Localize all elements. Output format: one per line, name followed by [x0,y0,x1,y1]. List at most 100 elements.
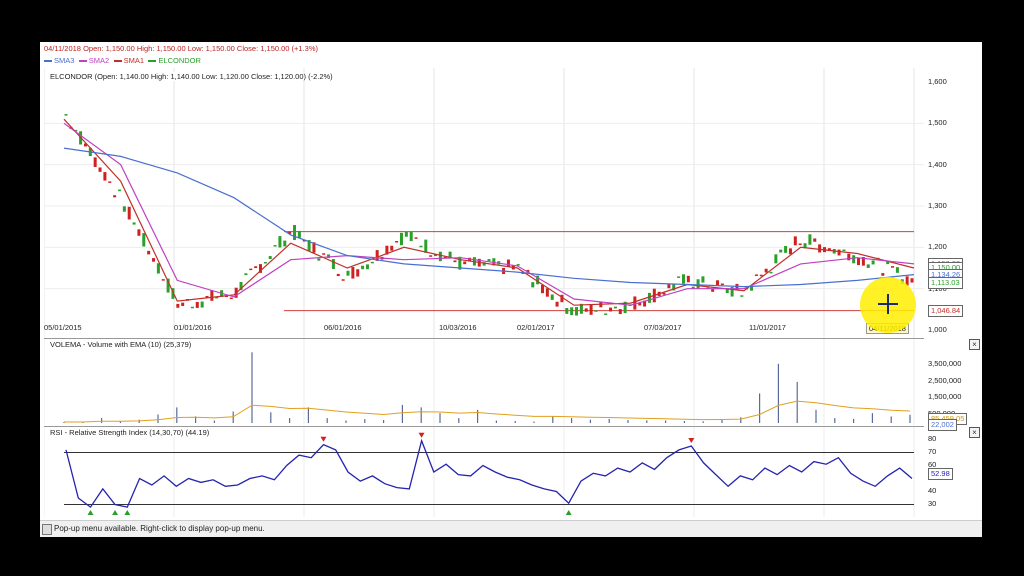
candle-8 [103,172,107,181]
candle-24 [181,302,185,306]
candle-146 [774,254,778,264]
legend-swatch-1 [78,60,87,62]
candle-171 [895,267,899,273]
candle-91 [506,259,510,267]
rsi-y-tick-1: 70 [928,446,937,456]
candle-57 [341,279,345,281]
candle-11 [117,189,121,192]
candle-74 [424,239,428,253]
rsi-value-box: 52.98 [928,467,953,480]
candle-127 [681,274,685,284]
candle-43 [273,245,277,247]
volume-chart[interactable] [44,339,924,425]
candle-113 [613,306,617,309]
candle-72 [414,237,418,239]
candle-12 [122,206,126,212]
candle-67 [390,245,394,251]
candle-73 [419,245,423,248]
candle-155 [818,244,822,253]
candle-59 [351,267,355,279]
rsi-sell-marker-29 [418,432,425,438]
rsi-y-tick-5: 30 [928,498,937,508]
candle-147 [779,249,783,253]
candle-20 [161,279,165,281]
candle-45 [283,240,287,247]
candle-87 [487,259,491,262]
candle-124 [667,284,671,289]
volume-pane[interactable]: VOLEMA - Volume with EMA (10) (25,379) [44,338,924,425]
price-x-tick-3: 10/03/2016 [439,323,477,332]
candle-148 [784,246,788,253]
candle-13 [127,206,131,220]
candle-28 [200,301,204,308]
rsi-pane[interactable]: RSI - Relative Strength Index (14,30,70)… [44,426,924,517]
candle-144 [764,268,768,273]
candle-27 [195,301,199,308]
candle-0 [64,114,68,116]
candle-112 [609,307,613,312]
status-bar: Pop-up menu available. Right-click to di… [40,520,982,537]
candle-162 [852,255,856,264]
candle-159 [837,249,841,256]
candle-107 [584,308,588,312]
candle-149 [788,248,792,255]
volume-y-tick-0: 3,500,000 [928,359,962,369]
volume-ema-line [64,400,911,423]
candle-23 [176,303,180,308]
price-x-tick-6: 11/01/2017 [749,323,786,332]
candle-131 [701,276,705,283]
candle-18 [152,258,156,262]
candle-134 [716,280,720,286]
candle-126 [677,276,681,278]
candle-154 [813,238,817,242]
candle-63 [370,261,374,264]
candle-37 [244,273,248,276]
candle-105 [575,307,579,316]
candle-58 [346,270,350,276]
candle-15 [137,229,141,236]
rsi-sell-marker-21 [320,436,327,442]
candle-7 [98,167,102,172]
series-line-sma3 [63,147,915,288]
candle-166 [871,260,875,265]
rsi-buy-marker-41 [565,510,572,515]
candle-99 [545,288,549,297]
candle-117 [633,296,637,310]
legend-label-1: SMA2 [88,56,110,65]
candle-53 [322,253,326,255]
candle-68 [395,240,399,243]
rsi-buy-marker-5 [124,510,131,515]
price-x-tick-0: 05/01/2015 [44,323,82,332]
candle-75 [429,255,433,257]
candle-111 [604,313,608,315]
candle-30 [210,290,214,301]
candle-100 [550,294,554,300]
rsi-sell-marker-51 [688,438,695,443]
legend-swatch-0 [44,60,52,62]
candle-96 [531,282,535,288]
candle-26 [190,306,194,309]
candle-44 [278,236,282,248]
candle-48 [297,230,301,238]
price-x-tick-2: 06/01/2016 [324,323,362,332]
candle-142 [754,274,758,276]
price-x-axis: 05/01/2015 01/01/2016 06/01/2016 10/03/2016… [44,323,924,335]
series-line-sma2 [63,122,915,306]
volume-y-tick-2: 1,500,000 [928,392,962,402]
candle-6 [93,157,97,167]
price-pane[interactable]: ELCONDOR (Open: 1,140.00 High: 1,140.00 … [44,68,924,356]
legend: SMA3 SMA2 SMA1 ELCONDOR [44,56,444,66]
rsi-line [65,438,913,509]
price-chart[interactable] [44,68,924,356]
series-line-sma1 [63,118,915,306]
price-value-box-3: 1,113.03 [928,277,963,290]
volume-pane-title: VOLEMA - Volume with EMA (10) (25,379) [50,340,192,349]
candle-38 [249,268,253,271]
candle-61 [361,265,365,270]
volume-y-axis: 3,500,0002,500,0001,500,000500,00085,459… [926,338,982,432]
crosshair-cursor-v [887,294,889,314]
ohlc-summary: 04/11/2018 Open: 1,150.00 High: 1,150.00… [44,44,319,53]
rsi-buy-marker-4 [112,510,119,515]
candle-52 [317,258,321,261]
rsi-chart[interactable] [44,427,924,517]
